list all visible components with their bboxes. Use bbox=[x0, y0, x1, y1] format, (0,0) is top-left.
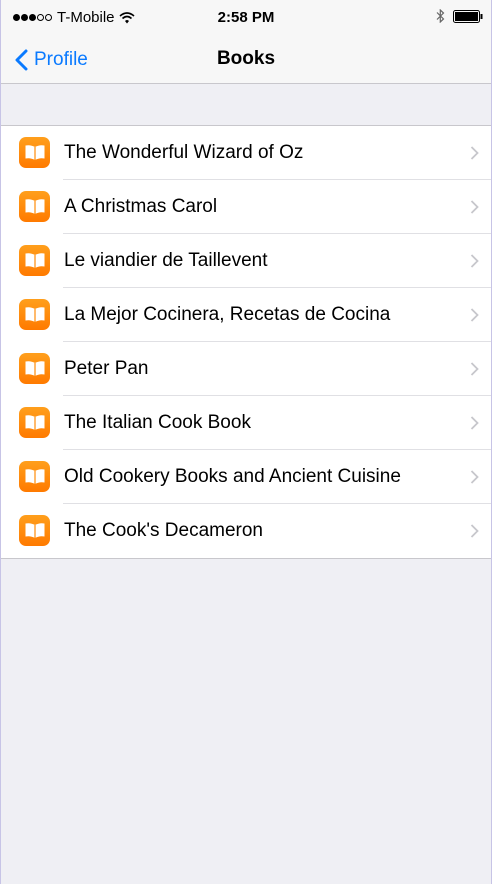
book-title: A Christmas Carol bbox=[64, 196, 218, 217]
screen: T-Mobile 2:58 PM Profile Books The Wonde… bbox=[0, 0, 492, 884]
chevron-right-icon bbox=[470, 416, 479, 431]
book-icon bbox=[19, 299, 50, 330]
book-row[interactable]: A Christmas Carol bbox=[1, 180, 491, 234]
chevron-right-icon bbox=[470, 524, 479, 539]
chevron-right-icon bbox=[470, 470, 479, 485]
book-title: The Cook's Decameron bbox=[64, 520, 263, 541]
book-row[interactable]: La Mejor Cocinera, Recetas de Cocina bbox=[1, 288, 491, 342]
book-icon bbox=[19, 407, 50, 438]
book-title: Le viandier de Taillevent bbox=[64, 250, 268, 271]
book-title: The Italian Cook Book bbox=[64, 412, 251, 433]
bluetooth-icon bbox=[436, 9, 445, 23]
status-bar: T-Mobile 2:58 PM bbox=[1, 0, 491, 38]
navigation-bar: Profile Books bbox=[1, 38, 491, 84]
status-right bbox=[436, 9, 483, 23]
book-icon bbox=[19, 515, 50, 546]
book-icon bbox=[19, 245, 50, 276]
chevron-right-icon bbox=[470, 254, 479, 269]
book-icon bbox=[19, 353, 50, 384]
book-title: Peter Pan bbox=[64, 358, 149, 379]
chevron-right-icon bbox=[470, 200, 479, 215]
book-row[interactable]: Peter Pan bbox=[1, 342, 491, 396]
book-row[interactable]: The Cook's Decameron bbox=[1, 504, 491, 558]
page-title: Books bbox=[216, 48, 276, 69]
chevron-right-icon bbox=[470, 362, 479, 377]
book-title: La Mejor Cocinera, Recetas de Cocina bbox=[64, 304, 391, 325]
chevron-right-icon bbox=[470, 146, 479, 161]
book-list: The Wonderful Wizard of Oz A Christmas C… bbox=[1, 125, 491, 559]
book-title: Old Cookery Books and Ancient Cuisine bbox=[64, 466, 401, 487]
book-row[interactable]: The Wonderful Wizard of Oz bbox=[1, 126, 491, 180]
book-icon bbox=[19, 461, 50, 492]
battery-icon bbox=[453, 9, 483, 23]
book-icon bbox=[19, 137, 50, 168]
chevron-right-icon bbox=[470, 308, 479, 323]
book-title: The Wonderful Wizard of Oz bbox=[64, 142, 304, 163]
book-icon bbox=[19, 191, 50, 222]
book-row[interactable]: Old Cookery Books and Ancient Cuisine bbox=[1, 450, 491, 504]
book-row[interactable]: Le viandier de Taillevent bbox=[1, 234, 491, 288]
status-time: 2:58 PM bbox=[217, 9, 275, 26]
book-row[interactable]: The Italian Cook Book bbox=[1, 396, 491, 450]
